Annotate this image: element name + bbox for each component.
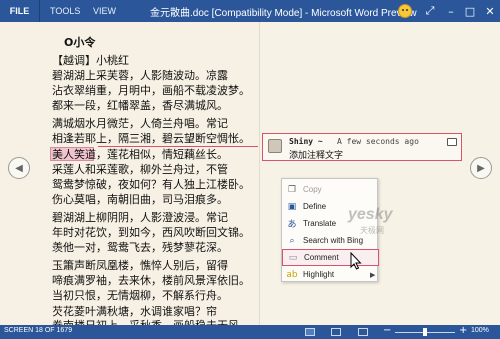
doc-line: 碧湖湖上采芙蓉，人影随波动。凉露	[52, 69, 228, 82]
doc-line: 采莲人和采莲歌，柳外兰舟过，不管	[52, 163, 228, 176]
screen-indicator: SCREEN 18 OF 1679	[4, 327, 73, 334]
tab-tools[interactable]: TOOLS	[50, 0, 80, 22]
menu-item-copy[interactable]: ❐ Copy	[282, 181, 379, 198]
fullscreen-icon[interactable]: ⤢	[420, 0, 440, 22]
doc-line: 美人笑道，莲花相似，情短藕丝长。	[52, 148, 228, 161]
read-mode-icon[interactable]	[305, 328, 315, 336]
define-icon: ▣	[287, 201, 297, 212]
menu-item-label: Highlight	[303, 270, 335, 279]
comment-timestamp: A few seconds ago	[337, 137, 419, 146]
previous-page-button[interactable]: ◀	[8, 157, 30, 179]
doc-line: 啼痕满罗袖，去来休，楼前风景浑依旧。	[52, 274, 250, 287]
submenu-arrow-icon: ▶	[370, 270, 376, 279]
doc-line: 碧湖湖上柳阴阴，人影澄波浸。常记	[52, 211, 228, 224]
file-tab[interactable]: FILE	[0, 0, 40, 22]
maximize-button[interactable]: □	[460, 0, 480, 22]
print-layout-icon[interactable]	[331, 328, 341, 336]
tab-view[interactable]: VIEW	[93, 0, 116, 22]
zoom-in-button[interactable]: +	[459, 325, 467, 336]
menu-item-label: Copy	[303, 185, 322, 194]
watermark: yesky	[348, 206, 393, 223]
status-bar: SCREEN 18 OF 1679 − + 100%	[0, 325, 500, 339]
close-button[interactable]: ✕	[480, 0, 500, 22]
reply-icon[interactable]	[447, 138, 457, 146]
doc-line: 鸳鸯梦惊破，夜如何？有人独上江楼卧。	[52, 178, 250, 191]
highlight-icon: ab	[286, 269, 298, 280]
zoom-slider-thumb[interactable]	[423, 328, 427, 336]
doc-line: 【越调】小桃红	[52, 54, 129, 67]
doc-line: 玉簫声断凤凰楼，憔悴人别后，留得	[52, 259, 228, 272]
title-bar: FILE TOOLS VIEW 金元散曲.doc [Compatibility …	[0, 0, 500, 22]
doc-line: 芡花菱叶满秋塘，水调谁家唱？帘	[52, 305, 217, 318]
zoom-level[interactable]: 100%	[471, 327, 489, 334]
doc-line: 满城烟水月微茫，人倚兰舟唱。常记	[52, 117, 228, 130]
menu-item-label: Comment	[304, 253, 339, 262]
watermark-subtitle: 天极网	[360, 226, 384, 235]
comment-author: Shiny ~	[289, 137, 323, 146]
chevron-left-icon: ◀	[15, 162, 23, 174]
comment-balloon[interactable]: Shiny ~ A few seconds ago 添加注释文字	[262, 133, 462, 161]
doc-line: 当初只恨，无情烟柳，不解系行舟。	[52, 289, 228, 302]
doc-line: 年时对花饮，到如今，西风吹断回文锦。	[52, 226, 250, 239]
comment-connector-line	[98, 146, 258, 147]
doc-line: 羡他一对，鸳鸯飞去，残梦蓼花深。	[52, 241, 228, 254]
menu-item-comment[interactable]: ▭ Comment	[282, 249, 379, 266]
feedback-smiley-icon[interactable]	[398, 4, 412, 18]
comment-text[interactable]: 添加注释文字	[289, 148, 343, 161]
page-divider	[259, 22, 260, 325]
menu-item-label: Search with Bing	[303, 236, 364, 245]
copy-icon: ❐	[287, 184, 297, 195]
avatar	[268, 139, 282, 153]
web-layout-icon[interactable]	[358, 328, 368, 336]
menu-item-label: Translate	[303, 219, 337, 228]
search-icon: ⌕	[289, 235, 295, 246]
menu-item-highlight[interactable]: ab Highlight ▶	[282, 266, 379, 283]
minimize-button[interactable]: –	[441, 0, 461, 22]
doc-line: 相逢若耶上，隔三湘，碧云望断空惆怅。	[52, 132, 250, 145]
next-page-button[interactable]: ▶	[470, 157, 492, 179]
window-title: 金元散曲.doc [Compatibility Mode] - Microsof…	[150, 7, 417, 19]
mouse-cursor-icon	[350, 252, 362, 270]
doc-line: 伤心莫唱，南朝旧曲，司马泪痕多。	[52, 193, 228, 206]
translate-icon: あ	[287, 220, 297, 230]
menu-item-label: Define	[303, 202, 327, 211]
comment-icon: ▭	[288, 252, 298, 263]
zoom-out-button[interactable]: −	[383, 325, 391, 336]
document-heading: O小令	[64, 36, 96, 49]
doc-line: 沾衣翠绡重，月明中，画船不载凌波梦。	[52, 84, 250, 97]
doc-line: 都来一段，红幡翠盖，香尽满城风。	[52, 99, 228, 112]
chevron-right-icon: ▶	[477, 162, 485, 174]
